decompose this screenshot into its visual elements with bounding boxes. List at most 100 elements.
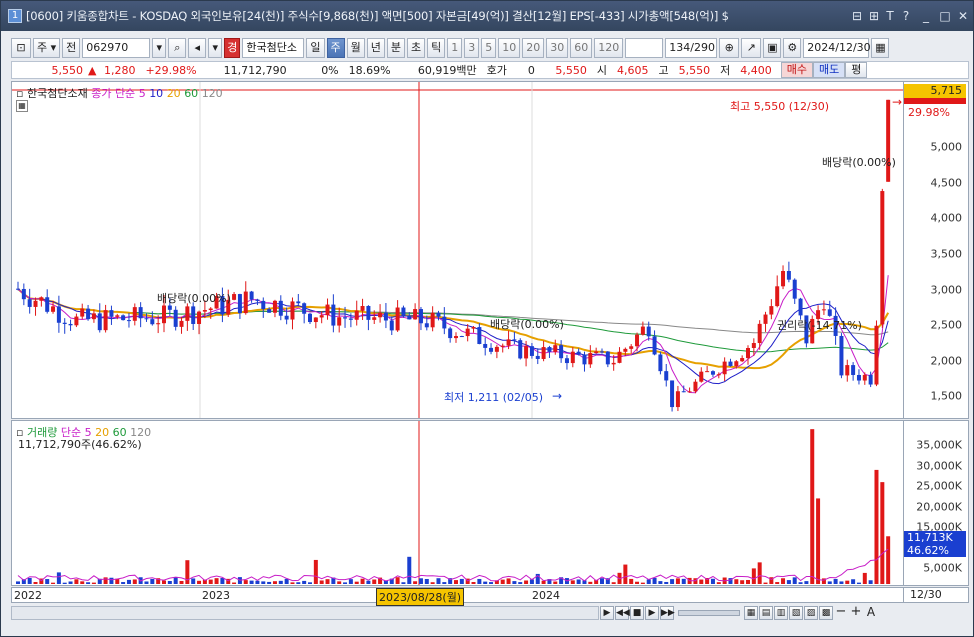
candle-body [319, 315, 324, 318]
zoom-icon[interactable]: ⊕ [719, 38, 740, 58]
maximize-icon[interactable]: □ [938, 9, 952, 23]
candle-body [249, 291, 254, 300]
volume-bar [348, 579, 353, 584]
volume-bar [740, 580, 745, 584]
volume-bar [623, 564, 628, 584]
horizontal-scrollbar[interactable] [11, 606, 599, 620]
candle-body [769, 306, 774, 315]
candle-body [56, 306, 61, 323]
tool-icon[interactable]: ↗ [741, 38, 762, 58]
calendar-icon[interactable]: ▦ [871, 38, 890, 58]
volume-bar [471, 582, 476, 584]
candle-body [132, 307, 137, 321]
price-legend-ma20: 20 [166, 87, 181, 100]
minimize-icon[interactable]: _ [919, 9, 933, 23]
layout-f-icon[interactable]: ▩ [819, 606, 833, 620]
candle-body [512, 339, 517, 341]
code-dropdown-icon[interactable]: ▾ [152, 38, 167, 58]
interval-5[interactable]: 5 [481, 38, 497, 58]
interval-60[interactable]: 60 [570, 38, 593, 58]
price-y-tick: 1,500 [930, 389, 963, 403]
layout-b-icon[interactable]: ▤ [759, 606, 773, 620]
candle-body [442, 316, 447, 329]
font-size-icon[interactable]: A [864, 606, 878, 620]
interval-30[interactable]: 30 [546, 38, 569, 58]
close-icon[interactable]: ✕ [956, 9, 970, 23]
play-icon[interactable]: ▶ [645, 606, 659, 620]
grid-icon[interactable]: ▦ [16, 100, 28, 112]
window-number: 1 [8, 9, 22, 23]
candle-body [681, 391, 686, 393]
candle-body [348, 318, 353, 320]
stock-name-field[interactable]: 한국첨단소 [242, 38, 305, 58]
volume-panel[interactable]: ▫ 거래량 단순 5 20 60 120 11,712,790주(46.62%) [11, 420, 904, 586]
volume-bar [600, 578, 604, 584]
candle-body [121, 315, 126, 321]
gear-icon[interactable]: ⚙ [783, 38, 802, 58]
speed-slider[interactable] [678, 610, 740, 616]
interval-10[interactable]: 10 [498, 38, 521, 58]
date-field[interactable]: 2024/12/30 [803, 38, 871, 58]
search-icon[interactable]: ⌕ [168, 38, 187, 58]
tile-icon[interactable]: ⊞ [867, 9, 881, 23]
interval-3[interactable]: 3 [464, 38, 480, 58]
volume-bar [763, 582, 768, 584]
buy-button[interactable]: 매수 [780, 62, 813, 78]
volume-bar [261, 581, 266, 584]
tab-yearly[interactable]: 년 [366, 38, 385, 58]
restore-icon[interactable]: ⊟ [850, 9, 864, 23]
candle-body [763, 314, 768, 324]
tab-weekly[interactable]: 주 [326, 38, 345, 58]
layout-e-icon[interactable]: ▨ [804, 606, 818, 620]
layout-d-icon[interactable]: ▧ [789, 606, 803, 620]
tab-second[interactable]: 초 [407, 38, 426, 58]
period-select[interactable]: 주 ▾ [33, 38, 61, 58]
volume-bar [33, 582, 38, 584]
tab-minute[interactable]: 분 [386, 38, 406, 58]
layout-icon[interactable]: ⊡ [11, 38, 31, 58]
interval-120[interactable]: 120 [594, 38, 624, 58]
layout-c-icon[interactable]: ▥ [774, 606, 788, 620]
price-y-axis: 5,715 29.98% 5,000 4,500 4,000 3,500 3,000 2,… [904, 81, 969, 419]
sound-dropdown-icon[interactable]: ▾ [208, 38, 223, 58]
stop-icon[interactable]: ■ [630, 606, 644, 620]
candle-body [308, 313, 312, 323]
candle-body [494, 346, 499, 352]
volume-bar [220, 578, 225, 584]
price-tag-bar [904, 98, 966, 104]
volume-bar [880, 482, 885, 584]
tab-monthly[interactable]: 월 [346, 38, 365, 58]
zoom-in-icon[interactable]: + [849, 605, 863, 620]
scroll-right-icon[interactable]: ▶ [600, 606, 614, 620]
jeon-button[interactable]: 전 [62, 38, 81, 58]
volume-bar [430, 582, 435, 584]
interval-1[interactable]: 1 [447, 38, 463, 58]
volume-bar [833, 578, 838, 584]
interval-20[interactable]: 20 [522, 38, 545, 58]
candle-body [378, 312, 383, 318]
rewind-icon[interactable]: ◀◀ [615, 606, 630, 620]
candle-body [734, 361, 739, 367]
volume-bar [454, 580, 458, 584]
candle-body [868, 374, 873, 385]
sound-icon[interactable]: ◂ [188, 38, 207, 58]
candle-body [343, 317, 348, 319]
bar-count-field[interactable]: 134/290 [665, 38, 718, 58]
save-icon[interactable]: ▣ [763, 38, 782, 58]
stock-code-input[interactable]: 062970 [82, 38, 151, 58]
flat-button[interactable]: 평 [845, 62, 868, 78]
price-legend-ma120: 120 [201, 87, 223, 100]
zoom-out-icon[interactable]: − [834, 605, 848, 620]
tab-daily[interactable]: 일 [306, 38, 325, 58]
custom-interval-input[interactable] [625, 38, 664, 58]
pin-icon[interactable]: T [883, 9, 897, 23]
price-panel[interactable]: → → ▫ 한국첨단소재 종가 단순 5 10 20 60 120 ▦ 최고 5,… [11, 81, 904, 419]
sell-button[interactable]: 매도 [812, 62, 846, 78]
volume-bar [109, 577, 114, 584]
volume-bar [179, 580, 184, 584]
tab-tick[interactable]: 틱 [427, 38, 446, 58]
current-volume-pct: 46.62% [904, 544, 966, 557]
layout-a-icon[interactable]: ▦ [744, 606, 758, 620]
forward-icon[interactable]: ▶▶ [660, 606, 675, 620]
help-icon[interactable]: ? [899, 9, 913, 23]
